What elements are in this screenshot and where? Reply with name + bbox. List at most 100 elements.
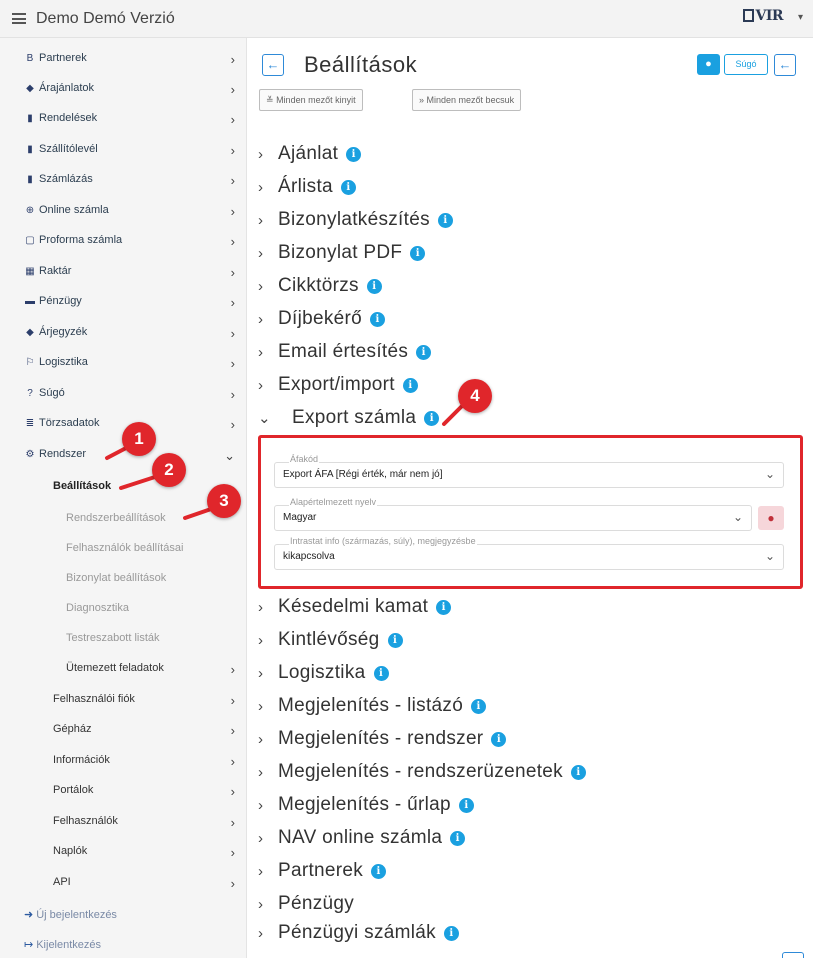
sidebar-item-portalok[interactable]: Portálok › (53, 784, 239, 806)
section-logisztika[interactable]: › Logisztika i (258, 662, 389, 690)
field-legend: Intrastat info (származás, súly), megjeg… (289, 536, 477, 546)
sidebar-item-logisztika[interactable]: ⚐ Logisztika › (24, 356, 239, 378)
section-kintlévőség[interactable]: › Kintlévőség i (258, 629, 403, 657)
back-arrow-icon[interactable]: ← (774, 54, 796, 76)
sidebar-item-rendszerbeallitasok[interactable]: Rendszerbeállítások (66, 512, 236, 524)
sidebar-item-proforma[interactable]: ▢ Proforma számla › (24, 234, 239, 256)
chevron-right-icon: › (258, 146, 264, 163)
section-megjelenítés-rendszer[interactable]: › Megjelenítés - rendszer i (258, 728, 507, 756)
sidebar-item-rendelesek[interactable]: ▮ Rendelések › (24, 112, 239, 134)
collapse-icon: » (419, 95, 425, 105)
info-icon[interactable]: i (373, 666, 389, 681)
scroll-to-top-button[interactable] (782, 952, 804, 958)
section-megjelenítés-űrlap[interactable]: › Megjelenítés - űrlap i (258, 794, 474, 822)
info-icon[interactable]: i (443, 926, 459, 941)
callout-1: 1 (122, 422, 156, 456)
info-icon[interactable]: i (458, 798, 474, 813)
sidebar-item-testreszabott-listak[interactable]: Testreszabott listák (66, 632, 236, 644)
section-export-számla[interactable]: ⌄ Export számla i (258, 407, 440, 435)
expand-all-button[interactable]: ≚ Minden mezőt kinyit (259, 89, 363, 111)
info-icon[interactable]: i (491, 732, 507, 747)
company-logo[interactable]: VIR (743, 8, 783, 24)
sidebar-item-szamlazas[interactable]: ▮ Számlázás › (24, 173, 239, 195)
section-késedelmi-kamat[interactable]: › Késedelmi kamat i (258, 596, 452, 624)
info-icon[interactable]: i (366, 279, 382, 294)
field-legend: Áfakód (289, 454, 320, 464)
chevron-right-icon: › (258, 245, 264, 262)
sidebar-item-kijelentkezes[interactable]: ↦ Kijelentkezés (24, 938, 101, 951)
sidebar-item-naplok[interactable]: Naplók › (53, 845, 239, 867)
info-icon[interactable]: i (340, 180, 356, 195)
section-díjbekérő[interactable]: › Díjbekérő i (258, 308, 386, 336)
afakod-select[interactable]: Áfakód Export ÁFA [Régi érték, már nem j… (274, 454, 784, 488)
chevron-right-icon: › (230, 265, 235, 280)
section-pénzügyi-számlák[interactable]: › Pénzügyi számlák i (258, 922, 459, 950)
sidebar-item-penzugy[interactable]: ▬ Pénzügy › (24, 295, 239, 317)
sidebar-item-szallitolevel[interactable]: ▮ Szállítólevél › (24, 143, 239, 165)
section-email-értesítés[interactable]: › Email értesítés i (258, 341, 432, 369)
sidebar-item-raktar[interactable]: ▦ Raktár › (24, 265, 239, 287)
sidebar-item-informaciok[interactable]: Információk › (53, 754, 239, 776)
section-label: Bizonylat PDF (278, 242, 403, 263)
delivery-note-icon: ▮ (27, 144, 33, 155)
section-label: Megjelenítés - rendszerüzenetek (278, 761, 563, 782)
section-megjelenítés-listázó[interactable]: › Megjelenítés - listázó i (258, 695, 487, 723)
alapertelmezett-nyelv-select[interactable]: Alapértelmezett nyelv Magyar ⌄ (274, 497, 752, 531)
info-icon[interactable]: i (450, 831, 466, 846)
help-button[interactable]: Súgó (724, 54, 768, 75)
collapse-all-button[interactable]: » Minden mezőt becsuk (412, 89, 522, 111)
sidebar-item-felhasznalok-beallitasai[interactable]: Felhasználók beállításai (66, 542, 236, 554)
intrastat-info-select[interactable]: Intrastat info (származás, súly), megjeg… (274, 536, 784, 570)
sidebar-item-arjegyzek[interactable]: ◆ Árjegyzék › (24, 326, 239, 348)
section-árlista[interactable]: › Árlista i (258, 176, 356, 204)
chevron-right-icon: › (258, 863, 264, 880)
info-icon[interactable]: i (570, 765, 586, 780)
section-megjelenítés-rendszerüzenetek[interactable]: › Megjelenítés - rendszerüzenetek i (258, 761, 586, 789)
section-bizonylatkészítés[interactable]: › Bizonylatkészítés i (258, 209, 453, 237)
info-icon[interactable]: i (436, 600, 452, 615)
sidebar-item-utemezett-feladatok[interactable]: Ütemezett feladatok › (66, 662, 239, 684)
offer-icon: ◆ (26, 83, 34, 94)
info-icon[interactable]: i (402, 378, 418, 393)
callout-arrow-4 (442, 402, 466, 426)
section-cikktörzs[interactable]: › Cikktörzs i (258, 275, 382, 303)
logistics-icon: ⚐ (25, 357, 35, 368)
user-override-button[interactable]: ● (758, 506, 784, 530)
back-arrow-icon[interactable]: ← (262, 54, 284, 76)
sidebar-item-bizonylat-beallitasok[interactable]: Bizonylat beállítások (66, 572, 236, 584)
info-icon[interactable]: i (416, 345, 432, 360)
section-bizonylat-pdf[interactable]: › Bizonylat PDF i (258, 242, 426, 270)
section-nav-online-számla[interactable]: › NAV online számla i (258, 827, 466, 855)
hamburger-menu-icon[interactable] (12, 13, 26, 24)
sidebar-item-partnerek[interactable]: B Partnerek › (24, 52, 239, 74)
sidebar-item-sugo[interactable]: ? Súgó › (24, 387, 239, 409)
chat-button[interactable]: ● (697, 54, 720, 75)
sidebar-item-api[interactable]: API › (53, 876, 239, 898)
sidebar-item-felhasznaloi-fiok[interactable]: Felhasználói fiók › (53, 693, 239, 715)
info-icon[interactable]: i (370, 312, 386, 327)
info-icon[interactable]: i (346, 147, 362, 162)
chevron-right-icon: › (230, 387, 235, 402)
chevron-right-icon: › (230, 173, 235, 188)
chevron-down-icon[interactable]: ▾ (798, 12, 803, 23)
section-ajánlat[interactable]: › Ajánlat i (258, 143, 362, 171)
info-icon[interactable]: i (371, 864, 387, 879)
sidebar-item-online-szamla[interactable]: ⊕ Online számla › (24, 204, 239, 226)
info-icon[interactable]: i (424, 411, 440, 426)
sidebar-item-diagnosztika[interactable]: Diagnosztika (66, 602, 236, 614)
list-icon: ≣ (25, 418, 35, 429)
section-partnerek[interactable]: › Partnerek i (258, 860, 387, 888)
section-pénzügy[interactable]: › Pénzügy (258, 893, 354, 921)
info-icon[interactable]: i (437, 213, 453, 228)
chevron-down-icon: ⌄ (258, 410, 271, 427)
section-label: Megjelenítés - rendszer (278, 728, 484, 749)
info-icon[interactable]: i (387, 633, 403, 648)
section-export-import[interactable]: › Export/import i (258, 374, 418, 402)
sidebar-item-uj-bejelentkezes[interactable]: ➜ Új bejelentkezés (24, 908, 117, 921)
sidebar-item-arajanlatok[interactable]: ◆ Árajánlatok › (24, 82, 239, 104)
sidebar-item-gephaz[interactable]: Gépház › (53, 723, 239, 745)
info-icon[interactable]: i (410, 246, 426, 261)
info-icon[interactable]: i (471, 699, 487, 714)
chevron-right-icon: › (258, 278, 264, 295)
sidebar-item-felhasznalok[interactable]: Felhasználók › (53, 815, 239, 837)
